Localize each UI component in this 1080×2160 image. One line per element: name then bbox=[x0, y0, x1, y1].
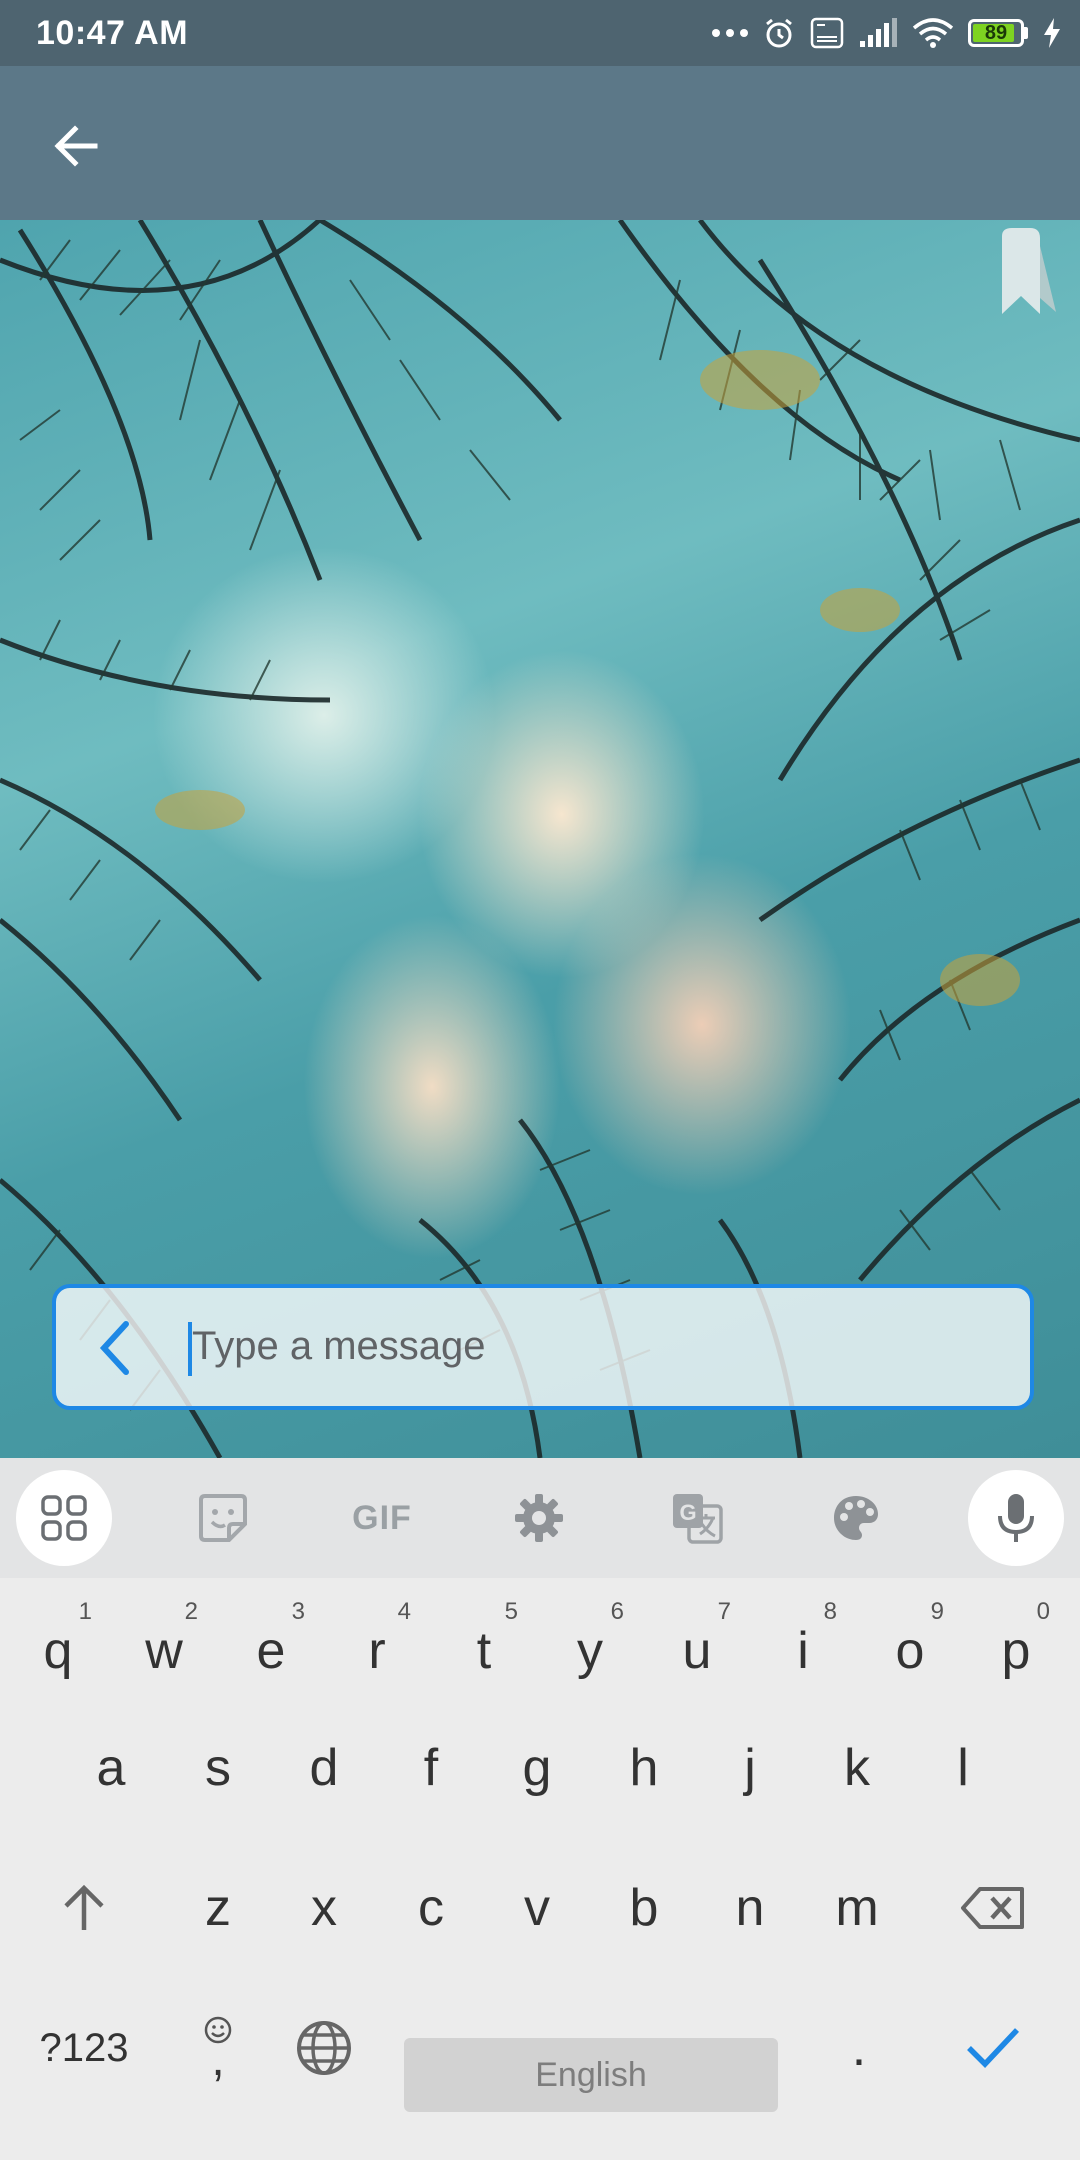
language-key[interactable] bbox=[274, 1978, 374, 2118]
more-notifications-icon bbox=[712, 29, 748, 37]
status-bar: 10:47 AM 89 bbox=[0, 0, 1080, 66]
key-x[interactable]: x bbox=[274, 1838, 374, 1978]
key-w[interactable]: w2 bbox=[114, 1578, 214, 1698]
period-key[interactable]: . bbox=[809, 1978, 909, 2118]
key-g[interactable]: g bbox=[487, 1698, 587, 1838]
message-placeholder: Type a message bbox=[192, 1324, 486, 1368]
gear-icon bbox=[515, 1494, 563, 1542]
svg-text:G: G bbox=[679, 1500, 696, 1525]
battery-icon: 89 bbox=[968, 19, 1028, 47]
key-h[interactable]: h bbox=[594, 1698, 694, 1838]
key-a[interactable]: a bbox=[61, 1698, 161, 1838]
key-o[interactable]: o9 bbox=[860, 1578, 960, 1698]
message-input[interactable]: Type a message bbox=[52, 1284, 1034, 1410]
chevron-left-icon[interactable] bbox=[96, 1318, 136, 1378]
symbols-key[interactable]: ?123 bbox=[34, 1978, 134, 2118]
key-c[interactable]: c bbox=[381, 1838, 481, 1978]
key-r[interactable]: r4 bbox=[327, 1578, 427, 1698]
background-photo bbox=[0, 220, 1080, 1458]
key-m[interactable]: m bbox=[807, 1838, 907, 1978]
volte-icon bbox=[810, 17, 844, 49]
key-b[interactable]: b bbox=[594, 1838, 694, 1978]
key-q[interactable]: q1 bbox=[8, 1578, 108, 1698]
gif-button[interactable]: GIF bbox=[322, 1458, 442, 1578]
wifi-icon bbox=[912, 18, 954, 48]
bookmark-icon[interactable] bbox=[996, 226, 1058, 318]
key-k[interactable]: k bbox=[807, 1698, 907, 1838]
comma-key[interactable]: , bbox=[168, 1978, 268, 2118]
palette-icon bbox=[834, 1496, 878, 1540]
key-z[interactable]: z bbox=[168, 1838, 268, 1978]
backspace-key[interactable] bbox=[943, 1838, 1043, 1978]
enter-key[interactable] bbox=[943, 1978, 1043, 2118]
key-f[interactable]: f bbox=[381, 1698, 481, 1838]
palm-fronds-image bbox=[0, 220, 1080, 1458]
gif-label: GIF bbox=[352, 1498, 412, 1537]
globe-icon bbox=[297, 2021, 351, 2075]
checkmark-icon bbox=[967, 2028, 1020, 2068]
status-time: 10:47 AM bbox=[36, 14, 189, 52]
key-j[interactable]: j bbox=[700, 1698, 800, 1838]
signal-icon bbox=[860, 18, 897, 47]
status-icons: 89 bbox=[712, 10, 1062, 56]
key-l[interactable]: l bbox=[913, 1698, 1013, 1838]
key-p[interactable]: p0 bbox=[966, 1578, 1066, 1698]
space-key[interactable]: English bbox=[404, 2038, 778, 2112]
settings-button[interactable] bbox=[479, 1458, 599, 1578]
key-n[interactable]: n bbox=[700, 1838, 800, 1978]
translate-button[interactable]: G bbox=[637, 1458, 757, 1578]
backspace-icon bbox=[961, 1887, 1024, 1929]
comma-label: , bbox=[211, 2033, 225, 2086]
charging-icon bbox=[1044, 18, 1060, 48]
key-s[interactable]: s bbox=[168, 1698, 268, 1838]
back-button[interactable] bbox=[40, 110, 112, 182]
sticker-icon bbox=[199, 1494, 247, 1542]
shift-key[interactable] bbox=[34, 1838, 134, 1978]
theme-button[interactable] bbox=[796, 1458, 916, 1578]
apps-grid-button[interactable] bbox=[4, 1458, 124, 1578]
key-d[interactable]: d bbox=[274, 1698, 374, 1838]
microphone-icon bbox=[998, 1494, 1034, 1542]
key-i[interactable]: i8 bbox=[753, 1578, 853, 1698]
key-y[interactable]: y6 bbox=[540, 1578, 640, 1698]
key-u[interactable]: u7 bbox=[647, 1578, 747, 1698]
key-e[interactable]: e3 bbox=[221, 1578, 321, 1698]
keyboard: q1 w2 e3 r4 t5 y6 u7 i8 o9 p0 a s d f g … bbox=[0, 1578, 1080, 2160]
sticker-button[interactable] bbox=[163, 1458, 283, 1578]
arrow-back-icon bbox=[54, 125, 98, 167]
key-v[interactable]: v bbox=[487, 1838, 587, 1978]
translate-icon: G bbox=[673, 1494, 723, 1544]
app-bar bbox=[0, 66, 1080, 220]
alarm-icon bbox=[766, 18, 792, 48]
grid-icon bbox=[41, 1495, 87, 1541]
voice-input-button[interactable] bbox=[956, 1458, 1076, 1578]
keyboard-toolbar: GIF G bbox=[0, 1458, 1080, 1578]
key-t[interactable]: t5 bbox=[434, 1578, 534, 1698]
battery-percent: 89 bbox=[984, 21, 1008, 44]
shift-icon bbox=[64, 1884, 104, 1930]
